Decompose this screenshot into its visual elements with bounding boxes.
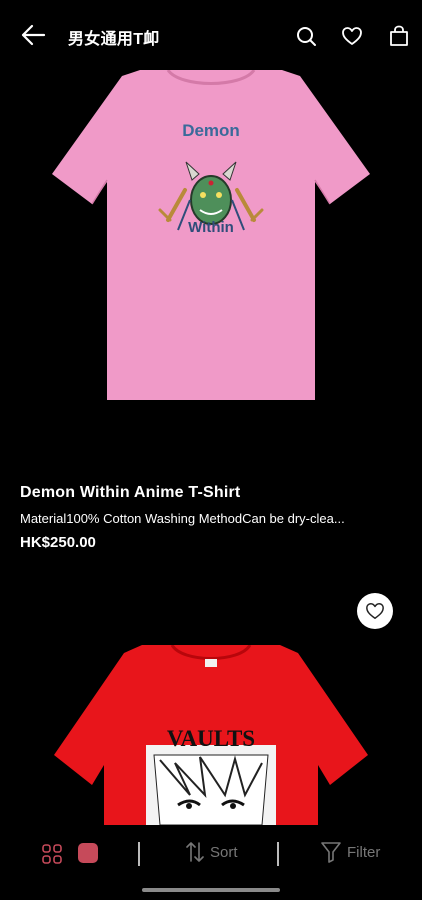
demon-print-bottom-text: Within [188,219,234,236]
product-description: Material100% Cotton Washing MethodCan be… [20,511,345,526]
filter-button[interactable]: Filter [321,841,380,863]
heart-outline-icon [366,603,384,619]
product-name[interactable]: Demon Within Anime T-Shirt [20,484,410,502]
filter-label: Filter [347,843,381,861]
product-image-next[interactable]: VAULTS [0,645,422,825]
demon-print-top-text: Demon [182,121,240,140]
product-info[interactable]: Demon Within Anime T-Shirt Material100% … [20,484,410,551]
single-view-icon[interactable] [78,843,98,863]
sort-button[interactable]: Sort [186,841,238,863]
product-price: HK$250.00 [20,534,96,551]
bottom-toolbar: Sort Filter [0,826,422,900]
back-arrow-icon[interactable] [20,22,46,48]
toolbar-divider [138,842,140,866]
product-image[interactable]: Demon Within [0,70,422,462]
grid-view-icon[interactable] [42,844,62,864]
home-indicator[interactable] [142,888,280,892]
wishlist-button[interactable] [357,593,393,629]
top-app-bar: 男女通用T卹 [0,0,422,70]
filter-icon [321,842,341,863]
search-icon[interactable] [295,25,317,47]
vaults-print-text: VAULTS [167,726,255,751]
sort-label: Sort [210,843,238,861]
shopping-bag-icon[interactable] [388,25,410,47]
anime-print-graphic [153,754,269,825]
heart-icon[interactable] [341,25,363,47]
sort-icon [186,842,204,862]
page-title: 男女通用T卹 [68,31,160,48]
toolbar-divider [277,842,279,866]
